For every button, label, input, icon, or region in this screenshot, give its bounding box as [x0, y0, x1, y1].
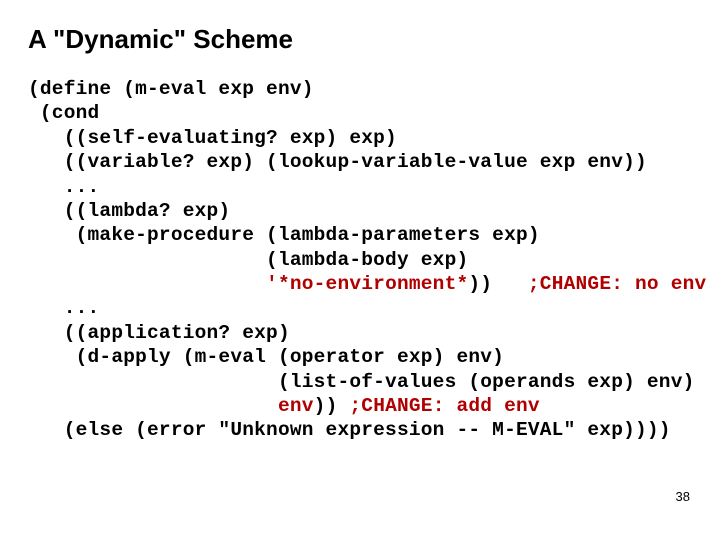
- code-line: env)) ;CHANGE: add env: [28, 395, 540, 417]
- code-line: (cond: [28, 102, 99, 124]
- highlight-no-env: '*no-environment*: [266, 273, 468, 295]
- highlight-comment: ;CHANGE: no env: [528, 273, 707, 295]
- highlight-comment: ;CHANGE: add env: [349, 395, 539, 417]
- code-line: (list-of-values (operands exp) env): [28, 371, 695, 393]
- code-line: ...: [28, 176, 99, 198]
- code-line: ((variable? exp) (lookup-variable-value …: [28, 151, 647, 173]
- code-line: (define (m-eval exp env): [28, 78, 314, 100]
- code-line: ((application? exp): [28, 322, 290, 344]
- code-line: ...: [28, 297, 99, 319]
- code-block: (define (m-eval exp env) (cond ((self-ev…: [28, 77, 692, 443]
- code-line: (d-apply (m-eval (operator exp) env): [28, 346, 504, 368]
- code-line: ((lambda? exp): [28, 200, 230, 222]
- code-line: (lambda-body exp): [28, 249, 468, 271]
- code-line: (make-procedure (lambda-parameters exp): [28, 224, 540, 246]
- code-line: (else (error "Unknown expression -- M-EV…: [28, 419, 671, 441]
- slide-title: A "Dynamic" Scheme: [28, 24, 692, 55]
- slide: A "Dynamic" Scheme (define (m-eval exp e…: [0, 0, 720, 540]
- code-line: ((self-evaluating? exp) exp): [28, 127, 397, 149]
- page-number: 38: [676, 489, 690, 504]
- highlight-env: env: [278, 395, 314, 417]
- code-line: '*no-environment*)) ;CHANGE: no env: [28, 273, 706, 295]
